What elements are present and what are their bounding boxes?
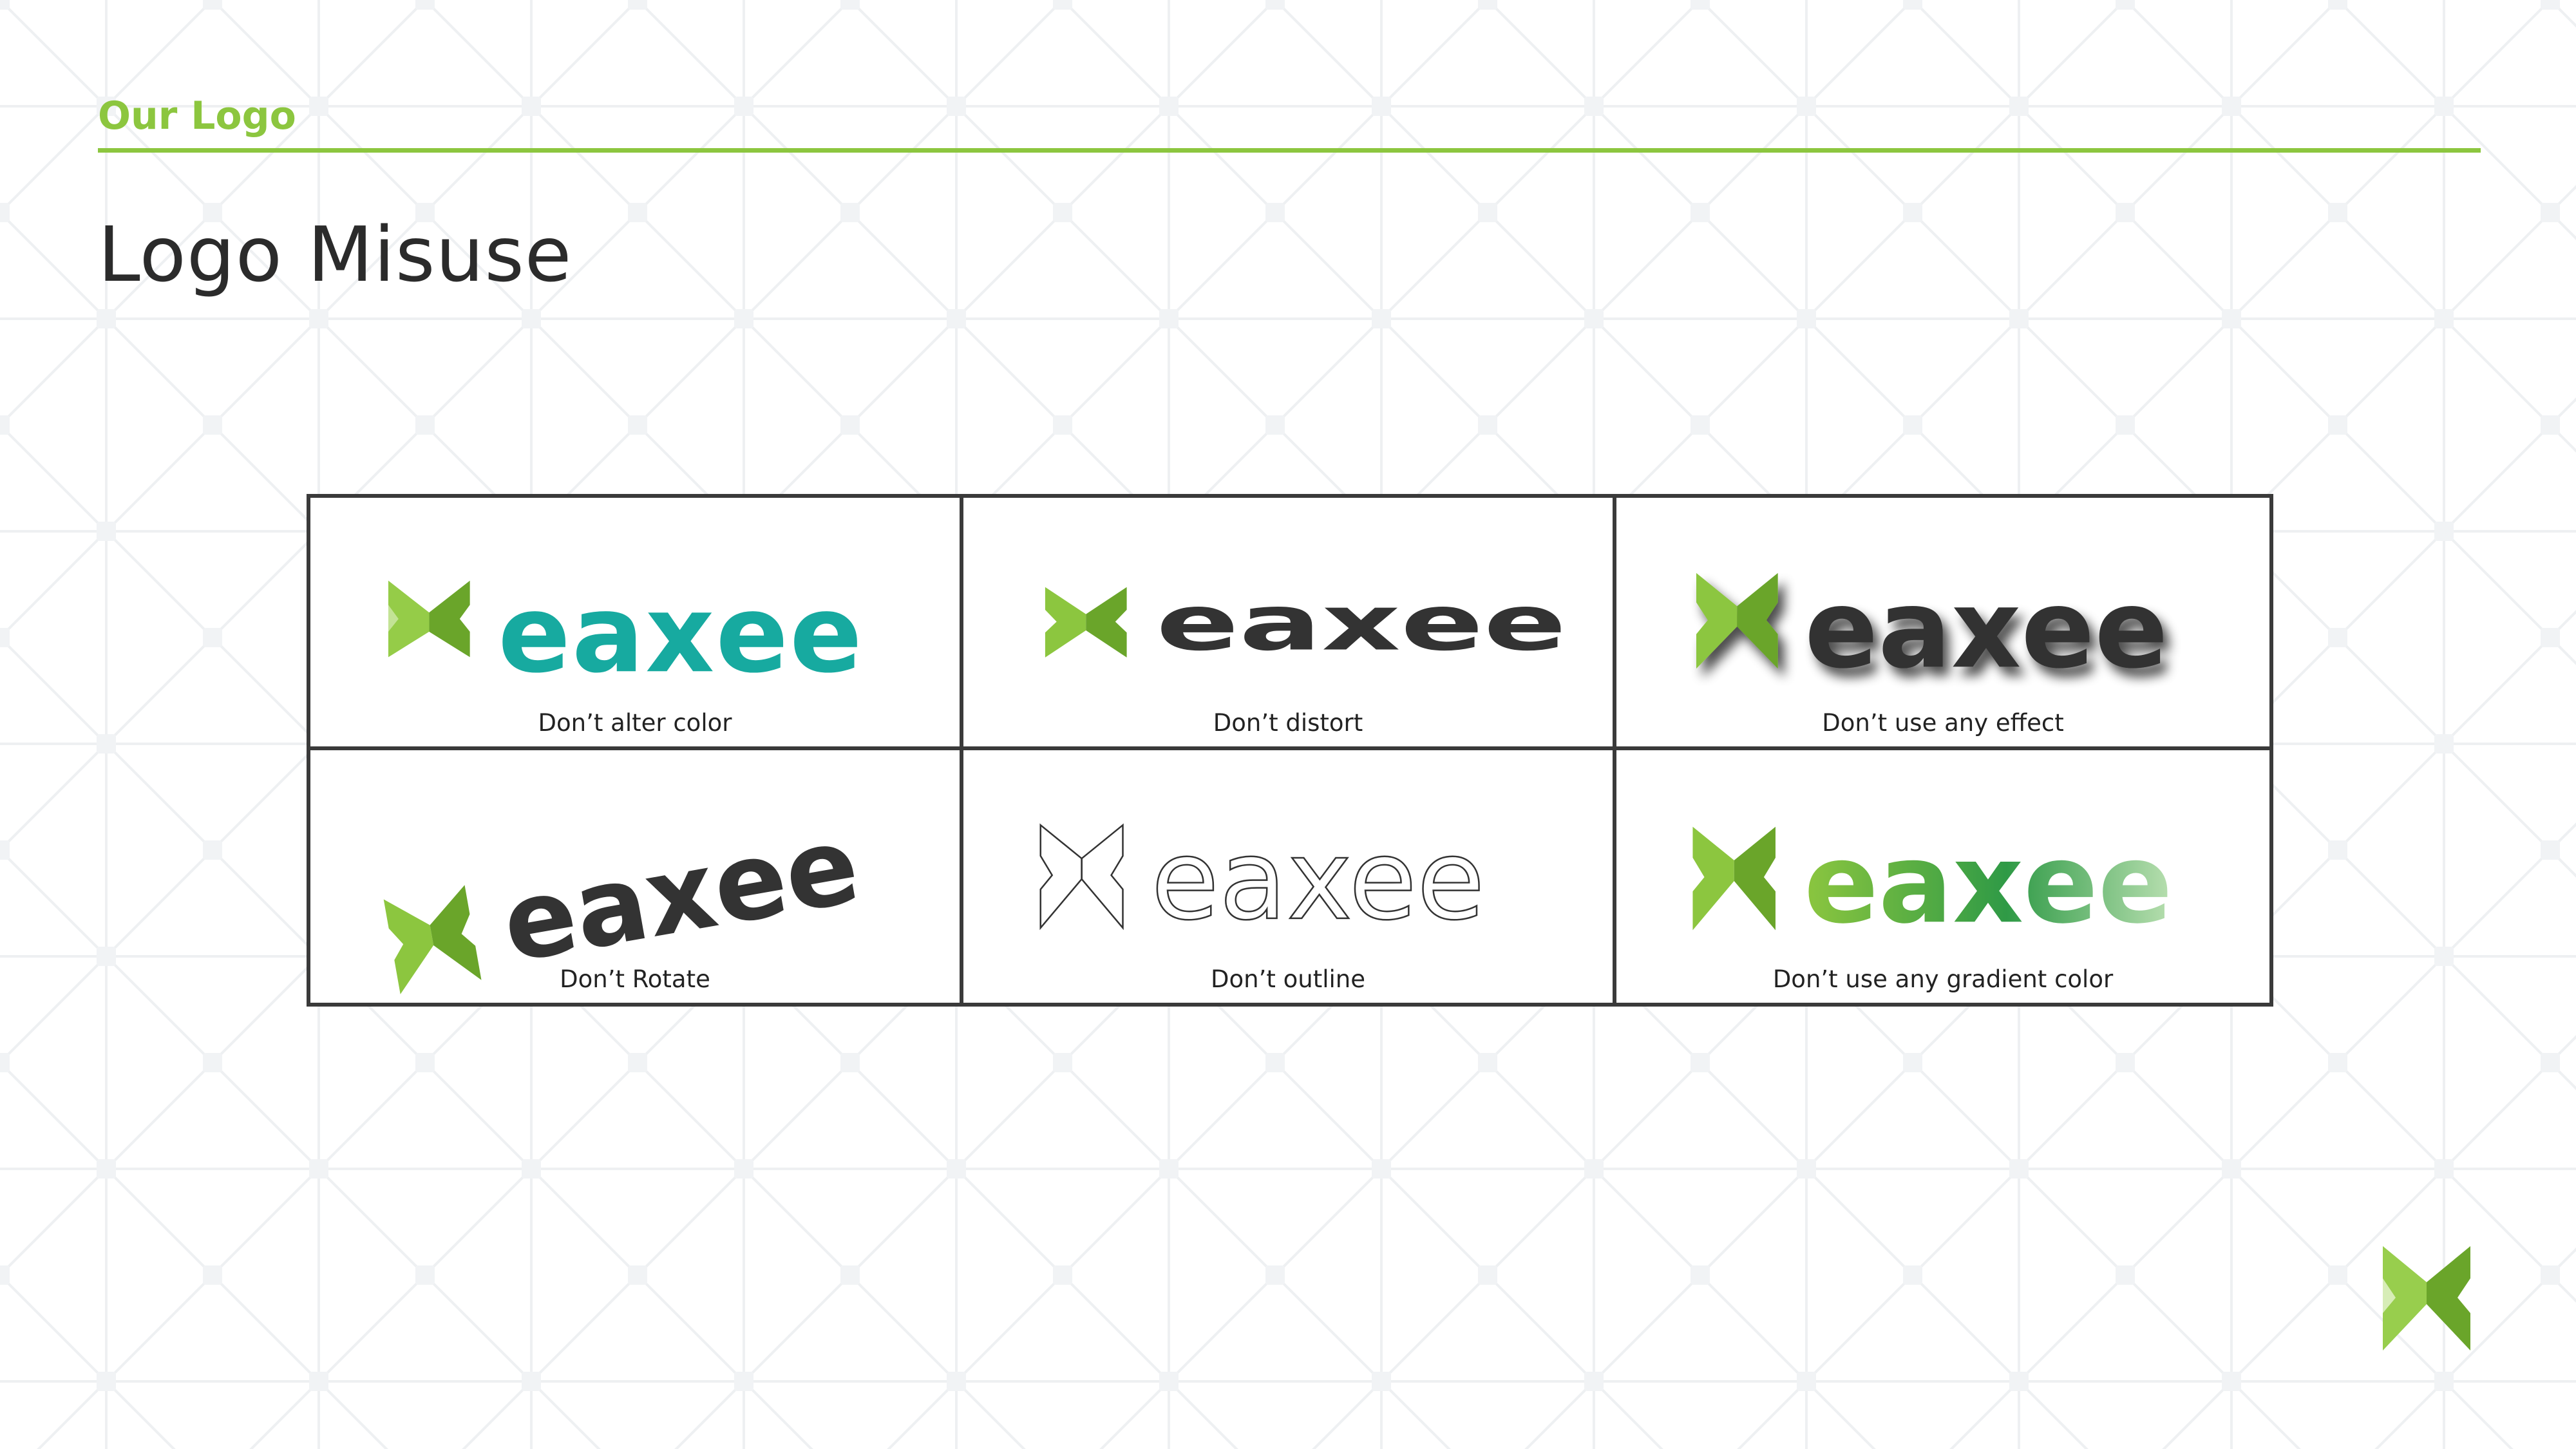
misuse-caption: Don’t use any gradient color [1772,965,2114,993]
misuse-card-rotate: eaxee Don’t Rotate [310,750,963,1003]
wordmark-text: eaxee [498,573,864,697]
misuse-card-distort: eaxee Don’t distort [963,498,1616,750]
eaxee-x-mark-icon [1696,573,1778,669]
misuse-caption: Don’t outline [1211,965,1365,993]
eaxee-x-mark-icon [1039,823,1124,931]
misuse-caption: Don’t alter color [538,709,732,737]
misuse-card-effect: eaxee Don’t use any effect [1616,498,2269,750]
header-section: Our Logo [98,90,2481,153]
wordmark-text: eaxee [1804,566,2168,692]
logo-misuse-grid: eaxee Don’t alter color eaxee Don’t dist… [307,494,2273,1007]
misuse-caption: Don’t use any effect [1822,709,2064,737]
wordmark-text: eaxee [1156,579,1566,668]
misuse-card-outline: eaxee Don’t outline [963,750,1616,1003]
section-label: Our Logo [98,93,296,138]
misuse-caption: Don’t distort [1213,709,1363,737]
misuse-caption: Don’t Rotate [560,965,710,993]
wordmark-text: eaxee [1804,820,2172,948]
eaxee-x-mark-icon [388,580,470,658]
wordmark-text: eaxee [494,802,868,987]
misuse-card-gradient: eaxee Don’t use any gradient color [1616,750,2269,1003]
eaxee-x-mark-icon [2383,1246,2470,1350]
header-divider [98,148,2481,153]
eaxee-x-mark-icon [1692,826,1776,931]
page-title: Logo Misuse [98,210,573,299]
eaxee-x-mark-icon [1045,587,1127,658]
misuse-card-alter-color: eaxee Don’t alter color [310,498,963,750]
wordmark-text: eaxee [1151,817,1484,945]
